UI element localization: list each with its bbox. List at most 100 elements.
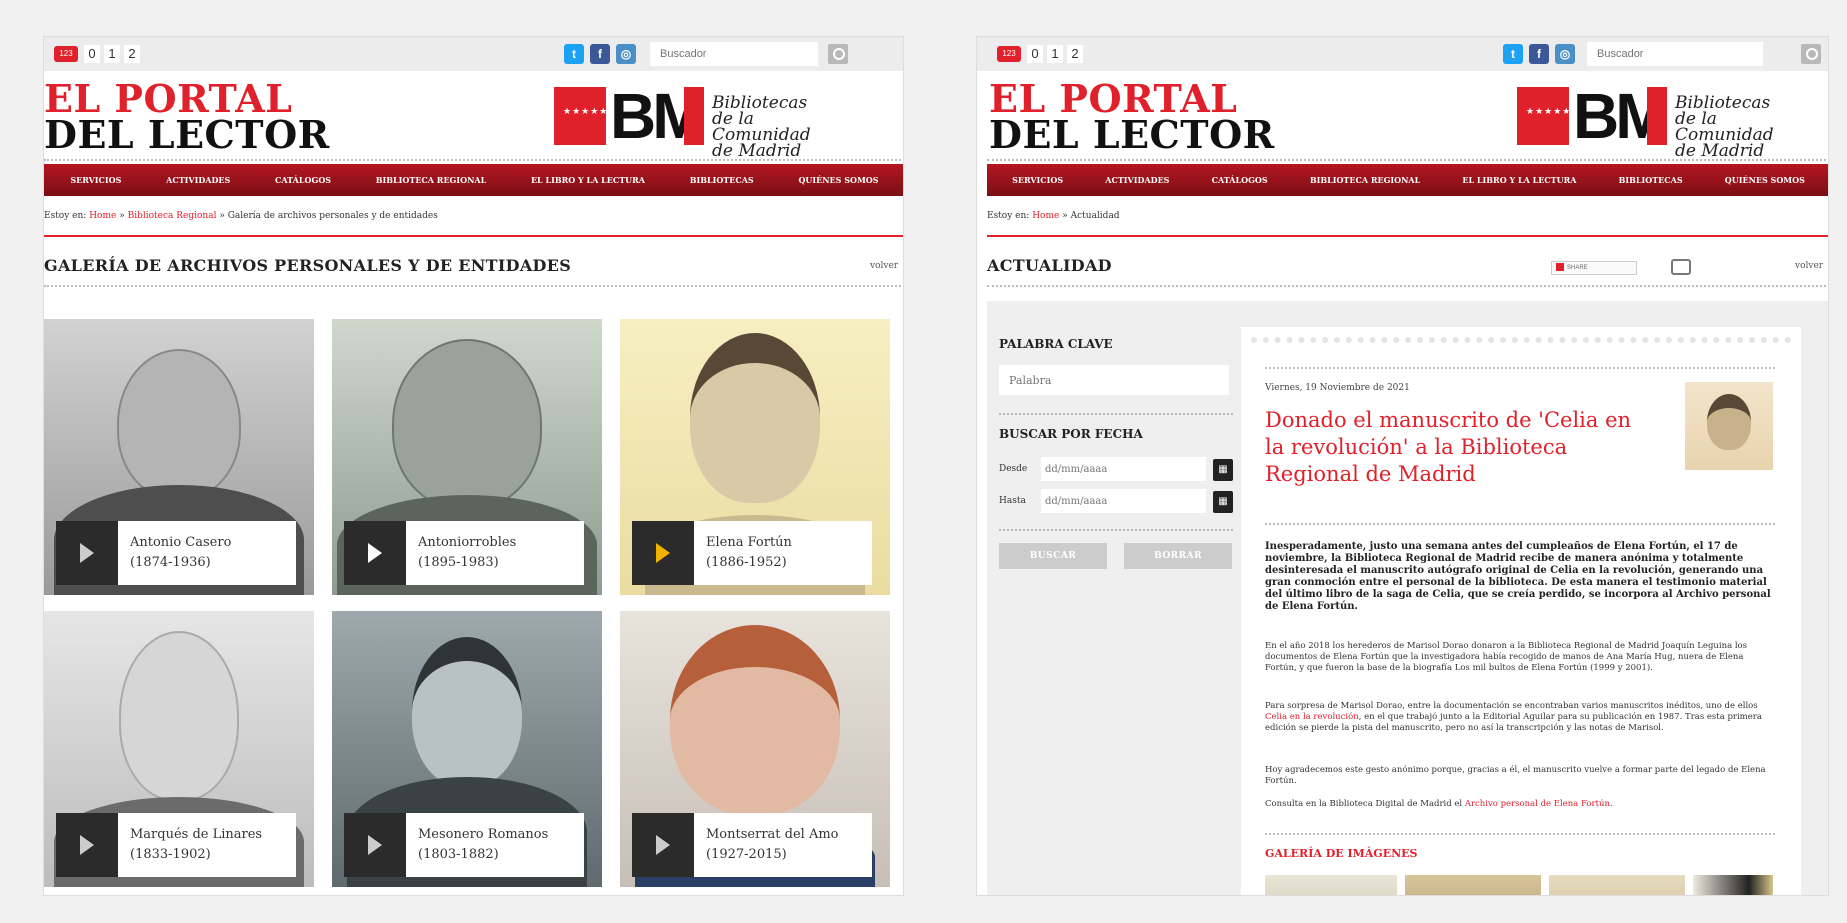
play-icon[interactable]: [632, 813, 694, 877]
nav-biblioteca-regional[interactable]: BIBLIOTECA REGIONAL: [1310, 175, 1420, 185]
instagram-icon[interactable]: ◎: [1555, 44, 1575, 64]
breadcrumb-current: Actualidad: [1070, 211, 1120, 221]
article-lead: Inesperadamente, justo una semana antes …: [1265, 541, 1771, 612]
archive-card[interactable]: Elena Fortún (1886-1952): [620, 319, 890, 595]
play-icon[interactable]: [56, 813, 118, 877]
nav-servicios[interactable]: SERVICIOS: [70, 175, 121, 185]
version-badge: 123: [54, 46, 78, 62]
nav-actividades[interactable]: ACTIVIDADES: [1105, 175, 1169, 185]
brand-line-2: DEL LECTOR: [989, 112, 1275, 157]
keyword-heading: PALABRA CLAVE: [999, 337, 1113, 351]
nav-catalogos[interactable]: CATÁLOGOS: [1212, 175, 1268, 185]
nav-quienes-somos[interactable]: QUIÉNES SOMOS: [798, 175, 878, 185]
search-icon[interactable]: [1801, 44, 1821, 64]
twitter-icon[interactable]: t: [564, 44, 584, 64]
gallery-thumbnail[interactable]: [1265, 875, 1397, 895]
archivo-link[interactable]: Archivo personal de Elena Fortún: [1465, 799, 1610, 809]
nav-catalogos[interactable]: CATÁLOGOS: [275, 175, 331, 185]
date-from-row: Desde ▦: [999, 455, 1233, 485]
play-icon[interactable]: [344, 813, 406, 877]
main-nav: SERVICIOS ACTIVIDADES CATÁLOGOS BIBLIOTE…: [987, 164, 1828, 196]
page-link-1[interactable]: 1: [104, 45, 120, 63]
article-paragraph: Para sorpresa de Marisol Dorao, entre la…: [1265, 701, 1762, 733]
calendar-icon[interactable]: ▦: [1213, 491, 1233, 513]
page-title: ACTUALIDAD: [987, 256, 1112, 275]
breadcrumb-home-link[interactable]: Home: [89, 211, 116, 221]
search-button[interactable]: BUSCAR: [999, 543, 1107, 569]
bibliotecas-text: Bibliotecas de la Comunidad de Madrid: [1675, 93, 1774, 161]
play-icon[interactable]: [632, 521, 694, 585]
madrid-flag-icon: ★★★★★★★: [1517, 87, 1588, 145]
main-nav: SERVICIOS ACTIVIDADES CATÁLOGOS BIBLIOTE…: [44, 164, 903, 196]
date-to-input[interactable]: [1041, 489, 1206, 513]
facebook-icon[interactable]: f: [1529, 44, 1549, 64]
share-widget[interactable]: SHARE: [1551, 261, 1637, 275]
play-icon[interactable]: [56, 521, 118, 585]
twitter-icon[interactable]: t: [1503, 44, 1523, 64]
archive-card[interactable]: Antoniorrobles (1895-1983): [332, 319, 602, 595]
keyword-input[interactable]: [999, 365, 1229, 395]
calendar-icon[interactable]: ▦: [1213, 459, 1233, 481]
nav-el-libro-y-la-lectura[interactable]: EL LIBRO Y LA LECTURA: [1462, 175, 1576, 185]
madrid-flag-icon: ★★★★★★★: [554, 87, 625, 145]
red-divider: [44, 235, 903, 237]
page-link-0[interactable]: 0: [84, 45, 100, 63]
bm-red-bar: [684, 87, 704, 145]
archive-card[interactable]: Mesonero Romanos (1803-1882): [332, 611, 602, 887]
page-link-0[interactable]: 0: [1027, 45, 1043, 63]
left-page-screenshot: 123 0 1 2 t f ◎ EL PORTAL DEL LECTOR ★★★…: [43, 36, 904, 896]
top-utility-bar: 123 0 1 2 t f ◎: [977, 37, 1828, 71]
divider: [44, 285, 903, 287]
print-icon[interactable]: [1671, 259, 1691, 275]
article-thumbnail[interactable]: [1685, 382, 1773, 470]
nav-actividades[interactable]: ACTIVIDADES: [166, 175, 230, 185]
red-divider: [987, 235, 1828, 237]
search-input[interactable]: [1587, 42, 1763, 66]
article-paragraph: En el año 2018 los herederos de Marisol …: [1265, 641, 1748, 673]
portal-brand[interactable]: EL PORTAL DEL LECTOR: [989, 80, 1275, 157]
article-title: Donado el manuscrito de 'Celia en la rev…: [1265, 408, 1632, 486]
bm-red-bar: [1647, 87, 1667, 145]
breadcrumb-biblioteca-link[interactable]: Biblioteca Regional: [128, 211, 217, 221]
search-input[interactable]: [650, 42, 818, 66]
play-icon[interactable]: [344, 521, 406, 585]
right-page-screenshot: 123 0 1 2 t f ◎ EL PORTAL DEL LECTOR ★★★…: [976, 36, 1829, 896]
archive-card[interactable]: Antonio Casero (1874-1936): [44, 319, 314, 595]
page-link-2[interactable]: 2: [124, 45, 140, 63]
gallery-thumbnail[interactable]: [1405, 875, 1541, 895]
gallery-thumbnail[interactable]: [1549, 875, 1685, 895]
news-article: Viernes, 19 Noviembre de 2021 Donado el …: [1241, 327, 1801, 895]
archive-card[interactable]: Montserrat del Amo (1927-2015): [620, 611, 890, 887]
archive-card[interactable]: Marqués de Linares (1833-1902): [44, 611, 314, 887]
version-badge: 123: [997, 46, 1021, 62]
search-icon[interactable]: [828, 44, 848, 64]
nav-bibliotecas[interactable]: BIBLIOTECAS: [1619, 175, 1683, 185]
volver-link[interactable]: volver: [1795, 261, 1823, 271]
breadcrumb-current: Galería de archivos personales y de enti…: [227, 211, 438, 221]
nav-el-libro-y-la-lectura[interactable]: EL LIBRO Y LA LECTURA: [531, 175, 645, 185]
volver-link[interactable]: volver: [870, 261, 898, 271]
celia-link[interactable]: Celia en la revolución: [1265, 712, 1359, 722]
breadcrumb: Estoy en: Home » Actualidad: [987, 211, 1120, 221]
top-utility-bar: 123 0 1 2 t f ◎: [44, 37, 903, 71]
page-link-2[interactable]: 2: [1067, 45, 1083, 63]
divider: [987, 285, 1828, 287]
article-paragraph: Consulta en la Biblioteca Digital de Mad…: [1265, 799, 1613, 809]
date-heading: BUSCAR POR FECHA: [999, 427, 1143, 441]
search-sidebar: PALABRA CLAVE BUSCAR POR FECHA Desde ▦ H…: [999, 337, 1233, 569]
nav-servicios[interactable]: SERVICIOS: [1012, 175, 1063, 185]
gallery-heading: GALERÍA DE IMÁGENES: [1265, 847, 1418, 860]
instagram-icon[interactable]: ◎: [616, 44, 636, 64]
gallery-thumbnail[interactable]: [1693, 875, 1773, 895]
portal-brand[interactable]: EL PORTAL DEL LECTOR: [44, 80, 330, 154]
breadcrumb-home-link[interactable]: Home: [1032, 211, 1059, 221]
nav-biblioteca-regional[interactable]: BIBLIOTECA REGIONAL: [376, 175, 486, 185]
date-from-input[interactable]: [1041, 457, 1206, 481]
nav-bibliotecas[interactable]: BIBLIOTECAS: [690, 175, 754, 185]
page-title: GALERÍA DE ARCHIVOS PERSONALES Y DE ENTI…: [44, 256, 572, 275]
facebook-icon[interactable]: f: [590, 44, 610, 64]
page-link-1[interactable]: 1: [1047, 45, 1063, 63]
breadcrumb: Estoy en: Home » Biblioteca Regional » G…: [44, 211, 438, 221]
nav-quienes-somos[interactable]: QUIÉNES SOMOS: [1725, 175, 1805, 185]
clear-button[interactable]: BORRAR: [1124, 543, 1233, 569]
